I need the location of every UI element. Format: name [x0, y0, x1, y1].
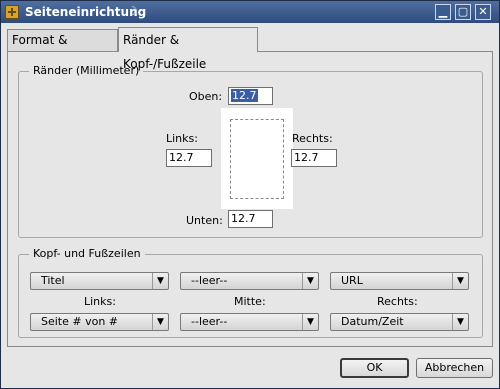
footer-right-select[interactable]: Datum/Zeit ▼: [330, 313, 469, 331]
maximize-button[interactable]: ▢: [455, 4, 471, 20]
bottom-margin-label: Unten:: [186, 214, 223, 227]
page-setup-dialog: Seiteneinrichtung ☽ ▁ ▢ ✕ Format & Optio…: [0, 0, 500, 389]
footer-left-select[interactable]: Seite # von # ▼: [30, 313, 169, 331]
cancel-button[interactable]: Abbrechen: [416, 358, 493, 378]
maximize-icon: ▢: [457, 5, 469, 18]
left-margin-label: Links:: [166, 132, 198, 145]
footer-center-select[interactable]: --leer-- ▼: [180, 313, 319, 331]
footer-right-value: Datum/Zeit: [341, 315, 404, 328]
margin-outline: [230, 119, 284, 199]
left-margin-input[interactable]: 12.7: [166, 149, 212, 167]
header-left-value: Titel: [41, 274, 65, 287]
tab-panel: Ränder (Millimeter) Oben: 12.7 Links: 12…: [7, 51, 493, 347]
right-margin-label: Rechts:: [292, 132, 333, 145]
top-margin-label: Oben:: [189, 90, 223, 103]
minimize-button[interactable]: ▁: [435, 4, 451, 20]
header-footer-legend: Kopf- und Fußzeilen: [29, 247, 145, 260]
right-margin-input[interactable]: 12.7: [291, 149, 337, 167]
chevron-down-icon: ▼: [152, 314, 168, 330]
right-position-label: Rechts:: [377, 295, 418, 308]
ok-button[interactable]: OK: [340, 358, 409, 378]
close-button[interactable]: ✕: [475, 4, 491, 20]
app-icon[interactable]: [5, 5, 19, 19]
title-bar[interactable]: Seiteneinrichtung ☽ ▁ ▢ ✕: [1, 1, 499, 23]
header-right-select[interactable]: URL ▼: [330, 272, 469, 290]
header-center-value: --leer--: [191, 274, 228, 287]
tab-margins-header-footer[interactable]: Ränder & Kopf-/Fußzeile: [118, 27, 258, 71]
tab-format-options[interactable]: Format & Optionen: [7, 29, 118, 67]
left-position-label: Links:: [84, 295, 116, 308]
moon-icon: ☽: [127, 4, 138, 18]
chevron-down-icon: ▼: [302, 314, 318, 330]
left-margin-value: 12.7: [169, 151, 194, 164]
chevron-down-icon: ▼: [152, 273, 168, 289]
footer-center-value: --leer--: [191, 315, 228, 328]
top-margin-input[interactable]: 12.7: [228, 87, 273, 105]
top-margin-value: 12.7: [231, 89, 258, 102]
chevron-down-icon: ▼: [452, 273, 468, 289]
chevron-down-icon: ▼: [302, 273, 318, 289]
bottom-margin-value: 12.7: [231, 212, 256, 225]
header-left-select[interactable]: Titel ▼: [30, 272, 169, 290]
right-margin-value: 12.7: [294, 151, 319, 164]
minimize-icon: ▁: [438, 5, 448, 18]
footer-left-value: Seite # von #: [41, 315, 119, 328]
bottom-margin-input[interactable]: 12.7: [228, 210, 273, 228]
header-right-value: URL: [341, 274, 363, 287]
close-icon: ✕: [478, 5, 488, 18]
page-preview: [221, 108, 293, 209]
header-center-select[interactable]: --leer-- ▼: [180, 272, 319, 290]
center-position-label: Mitte:: [234, 295, 266, 308]
chevron-down-icon: ▼: [452, 314, 468, 330]
